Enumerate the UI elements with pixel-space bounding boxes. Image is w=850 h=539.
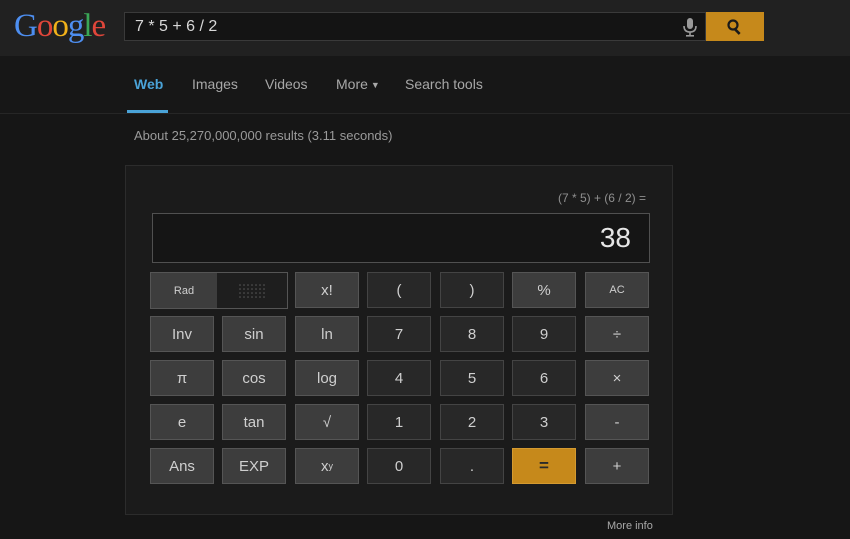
factorial-key[interactable]: x! [295,272,359,308]
logo-letter: o [36,8,53,44]
dotted-pattern-icon [239,283,265,298]
inverse-key[interactable]: Inv [150,316,214,352]
power-base: x [321,457,329,475]
open-paren-key[interactable]: ( [367,272,431,308]
ln-key[interactable]: ln [295,316,359,352]
tab-more-label: More [336,76,368,92]
digit-1-key[interactable]: 1 [367,404,431,440]
minus-key[interactable]: - [585,404,649,440]
logo-letter: G [14,8,38,44]
tab-search-tools[interactable]: Search tools [405,76,483,92]
active-tab-indicator [127,110,168,113]
plus-key[interactable]: + [585,448,649,484]
microphone-icon[interactable] [681,17,699,37]
calculator-display: 38 [152,213,650,263]
digit-4-key[interactable]: 4 [367,360,431,396]
search-nav: Web Images Videos More ▼ Search tools [0,56,850,114]
tab-videos[interactable]: Videos [265,76,308,92]
logo-letter: o [52,8,68,44]
result-stats: About 25,270,000,000 results (3.11 secon… [134,128,393,143]
angle-mode-toggle: Rad [150,272,288,309]
digit-3-key[interactable]: 3 [512,404,576,440]
exp-key[interactable]: EXP [222,448,286,484]
search-icon [727,19,741,35]
search-button[interactable] [706,12,764,41]
equals-key[interactable]: = [512,448,576,484]
search-box[interactable]: 7 * 5 + 6 / 2 [124,12,706,41]
digit-5-key[interactable]: 5 [440,360,504,396]
calculator-expression: (7 * 5) + (6 / 2) = [557,191,646,205]
tab-web[interactable]: Web [134,76,163,92]
decimal-key[interactable]: . [440,448,504,484]
power-exponent: y [328,461,334,471]
digit-9-key[interactable]: 9 [512,316,576,352]
sqrt-key[interactable]: √ [295,404,359,440]
logo-letter: e [91,8,107,44]
search-input[interactable]: 7 * 5 + 6 / 2 [135,18,217,36]
power-key[interactable]: xy [295,448,359,484]
tan-key[interactable]: tan [222,404,286,440]
top-bar: Google 7 * 5 + 6 / 2 [0,0,850,56]
digit-0-key[interactable]: 0 [367,448,431,484]
tab-more[interactable]: More ▼ [336,76,380,92]
rad-button[interactable]: Rad [151,273,217,308]
close-paren-key[interactable]: ) [440,272,504,308]
digit-2-key[interactable]: 2 [440,404,504,440]
ans-key[interactable]: Ans [150,448,214,484]
logo-letter: l [83,8,92,44]
cos-key[interactable]: cos [222,360,286,396]
divide-key[interactable]: ÷ [585,316,649,352]
multiply-key[interactable]: × [585,360,649,396]
sin-key[interactable]: sin [222,316,286,352]
digit-8-key[interactable]: 8 [440,316,504,352]
digit-7-key[interactable]: 7 [367,316,431,352]
calculator-card: (7 * 5) + (6 / 2) = 38 Rad x! ( ) % AC I… [125,165,673,515]
log-key[interactable]: log [295,360,359,396]
google-logo[interactable]: Google [14,6,107,46]
digit-6-key[interactable]: 6 [512,360,576,396]
e-key[interactable]: e [150,404,214,440]
percent-key[interactable]: % [512,272,576,308]
calculator-result: 38 [599,222,631,253]
deg-button[interactable] [217,273,287,308]
logo-letter: g [67,8,84,44]
all-clear-key[interactable]: AC [585,272,649,308]
pi-key[interactable]: π [150,360,214,396]
more-info-link[interactable]: More info [607,520,653,532]
caret-down-icon: ▼ [370,80,380,91]
tab-images[interactable]: Images [192,76,238,92]
